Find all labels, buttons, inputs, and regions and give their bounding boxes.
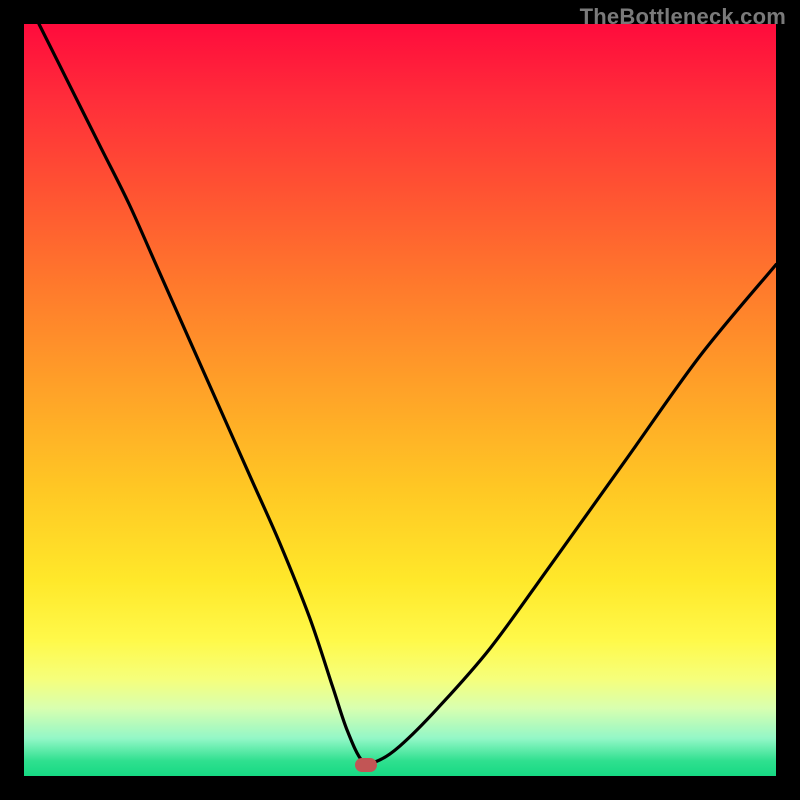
chart-frame: TheBottleneck.com	[0, 0, 800, 800]
bottleneck-curve-path	[39, 24, 776, 764]
watermark-text: TheBottleneck.com	[580, 4, 786, 30]
plot-area	[24, 24, 776, 776]
bottleneck-curve	[24, 24, 776, 776]
minimum-marker	[355, 758, 377, 772]
